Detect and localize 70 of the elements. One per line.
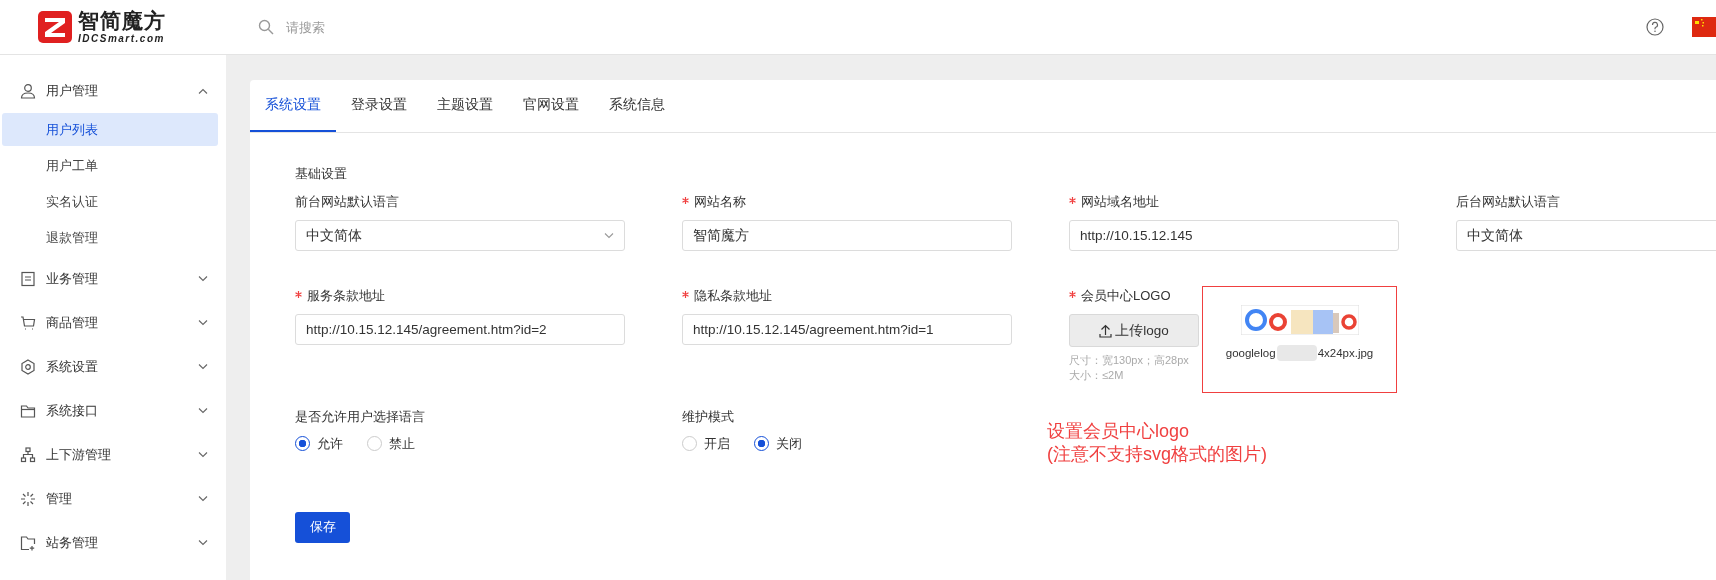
nav-item[interactable]: 系统设置 [0,345,226,389]
expand-icon [198,276,208,282]
sparkle-icon [20,491,36,507]
tab[interactable]: 系统设置 [250,80,336,132]
expand-icon [198,364,208,370]
expand-icon [198,452,208,458]
nav-item[interactable]: 系统接口 [0,389,226,433]
hint-text: 尺寸：宽130px；高28px [1069,353,1189,368]
chevron-icon [604,232,614,239]
save-button[interactable]: 保存 [295,511,350,543]
nav-subitem[interactable]: 用户工单 [2,149,218,182]
nav-subitem[interactable]: 用户列表 [2,113,218,146]
search-icon [258,19,274,35]
cart-icon [20,315,36,331]
field-label: 维护模式 [682,407,734,426]
radio-button[interactable] [754,436,769,452]
input-field[interactable]: http://10.15.12.145 [1069,220,1399,251]
help-icon[interactable] [1646,18,1664,36]
field-label: 隐私条款地址 [694,287,772,305]
hint-text: 大小：≤2M [1069,368,1124,384]
folder-icon [20,403,36,419]
field-label: 服务条款地址 [307,287,385,305]
tab[interactable]: 登录设置 [336,80,422,132]
nav-subitem[interactable]: 实名认证 [2,185,218,218]
radio-option[interactable]: 允许 [295,434,343,453]
radio-option[interactable]: 开启 [682,434,730,453]
person-icon [20,83,36,99]
nav-item[interactable]: 用户管理 [0,69,226,113]
document-icon [20,271,36,287]
nav-item[interactable]: 商品管理 [0,301,226,345]
nav-item[interactable]: 站务管理 [0,521,226,565]
input-field[interactable]: 智简魔方 [682,220,1012,251]
input-field[interactable]: http://10.15.12.145/agreement.htm?id=2 [295,314,625,345]
tab[interactable]: 官网设置 [508,80,594,132]
logo-icon [38,11,72,43]
expand-icon [198,540,208,546]
select-field[interactable]: 中文简体 [295,220,625,251]
expand-icon [198,408,208,414]
upload-button[interactable]: 上传logo [1069,314,1199,347]
file-name: googlelog [1225,347,1276,359]
field-label: 网站名称 [694,193,746,211]
expand-icon [198,320,208,326]
upload-icon [1099,323,1113,338]
nav-subitem[interactable]: 退款管理 [2,221,218,254]
field-label: 是否允许用户选择语言 [295,407,425,426]
hexagon-icon [20,359,36,375]
nav-item[interactable]: 管理 [0,477,226,521]
radio-option[interactable]: 禁止 [367,434,415,453]
input-field[interactable]: http://10.15.12.145/agreement.htm?id=1 [682,314,1012,345]
section-title: 基础设置 [295,165,348,183]
nav-item[interactable]: 业务管理 [0,257,226,301]
annotation-text: 设置会员中心logo (注意不支持svg格式的图片) [1047,419,1268,467]
field-label: 网站域名地址 [1081,193,1159,211]
logo-domain: IDCSmart.com [78,34,166,44]
flag-icon[interactable] [1692,17,1716,37]
expand-icon [198,496,208,502]
tab[interactable]: 主题设置 [422,80,508,132]
tab[interactable]: 系统信息 [594,80,680,132]
input-field[interactable]: 中文简体 [1456,220,1716,251]
field-label: 后台网站默认语言 [1456,193,1560,211]
field-label: 会员中心LOGO [1081,287,1171,305]
folder-plus-icon [20,535,36,551]
radio-option[interactable]: 关闭 [754,434,802,453]
radio-button[interactable] [295,436,310,452]
field-label: 前台网站默认语言 [295,193,399,211]
collapse-icon [198,88,208,94]
logo-name: 智简魔方 [78,10,166,31]
hierarchy-icon [20,447,36,463]
file-name: 4x24px.jpg [1317,347,1374,359]
nav-item[interactable]: 上下游管理 [0,433,226,477]
